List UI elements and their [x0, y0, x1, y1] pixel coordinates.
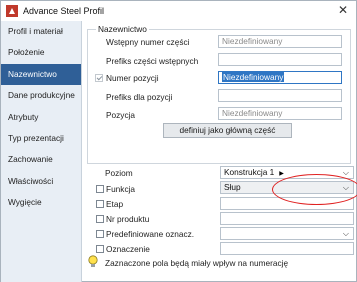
advance-steel-app-icon	[6, 5, 18, 17]
numer-pozycji-checkbox[interactable]	[95, 74, 103, 82]
poziom-value: Konstrukcja 1	[224, 167, 275, 177]
numer-pozycji-value: Niezdefiniowany	[222, 72, 285, 82]
chevron-down-icon: ⌵	[342, 229, 349, 238]
funkcja-label: Funkcja	[106, 184, 136, 194]
lightbulb-icon	[88, 255, 98, 267]
predefiniowane-checkbox[interactable]	[96, 230, 104, 238]
etap-checkbox[interactable]	[96, 200, 104, 208]
naming-group-title: Nazewnictwo	[96, 24, 149, 34]
close-icon[interactable]: ✕	[338, 4, 348, 16]
predefiniowane-combo[interactable]: ⌵	[220, 227, 354, 240]
define-main-part-button[interactable]: definiuj jako główną część	[163, 123, 292, 138]
sidebar-item-wlasciwosci[interactable]: Właściwości	[1, 171, 81, 192]
highlight-oval	[272, 174, 357, 205]
sidebar-item-typ-prezentacji[interactable]: Typ prezentacji	[1, 128, 81, 149]
oznaczenie-field[interactable]	[220, 242, 354, 255]
pozycja-field[interactable]: Niezdefiniowany	[218, 107, 342, 120]
sidebar-item-dane-produkcyjne[interactable]: Dane produkcyjne	[1, 85, 81, 106]
nr-produktu-label: Nr produktu	[106, 214, 150, 224]
pozycja-label: Pozycja	[106, 110, 136, 120]
etap-label: Etap	[106, 199, 124, 209]
profile-dialog: Advance Steel Profil ✕ Profil i materiał…	[0, 0, 357, 282]
prefiks-pozycji-field[interactable]	[218, 89, 342, 102]
window-title: Advance Steel Profil	[23, 6, 105, 16]
prefiks-czesci-label: Prefiks części wstępnych	[106, 56, 199, 66]
wstepny-numer-label: Wstępny numer części	[106, 37, 190, 47]
nr-produktu-field[interactable]	[220, 212, 354, 225]
prefiks-pozycji-label: Prefiks dla pozycji	[106, 92, 173, 102]
sidebar-item-zachowanie[interactable]: Zachowanie	[1, 149, 81, 170]
oznaczenie-checkbox[interactable]	[96, 245, 104, 253]
naming-group: Nazewnictwo Wstępny numer części Niezdef…	[87, 24, 351, 164]
sidebar-item-polozenie[interactable]: Położenie	[1, 42, 81, 63]
sidebar-item-atrybuty[interactable]: Atrybuty	[1, 107, 81, 128]
prefiks-czesci-field[interactable]	[218, 53, 342, 66]
sidebar-item-nazewnictwo[interactable]: Nazewnictwo	[1, 63, 81, 86]
main-panel: Nazewnictwo Wstępny numer części Niezdef…	[82, 21, 356, 281]
numer-pozycji-label: Numer pozycji	[106, 73, 159, 83]
numbering-note: Zaznaczone pola będą miały wpływ na nume…	[105, 258, 289, 268]
sidebar: Profil i materiał Położenie Nazewnictwo …	[1, 21, 82, 282]
wstepny-numer-field[interactable]: Niezdefiniowany	[218, 35, 342, 48]
numer-pozycji-field[interactable]: Niezdefiniowany	[218, 71, 342, 84]
sidebar-item-wygiecie[interactable]: Wygięcie	[1, 192, 81, 213]
title-bar: Advance Steel Profil ✕	[1, 1, 356, 21]
play-icon: ▶	[279, 171, 284, 177]
funkcja-value: Słup	[224, 182, 241, 192]
nr-produktu-checkbox[interactable]	[96, 215, 104, 223]
predefiniowane-label: Predefiniowane oznacz.	[106, 229, 195, 239]
poziom-label: Poziom	[105, 168, 133, 178]
funkcja-checkbox[interactable]	[96, 185, 104, 193]
sidebar-item-profil-i-material[interactable]: Profil i materiał	[1, 21, 81, 42]
oznaczenie-label: Oznaczenie	[106, 244, 150, 254]
